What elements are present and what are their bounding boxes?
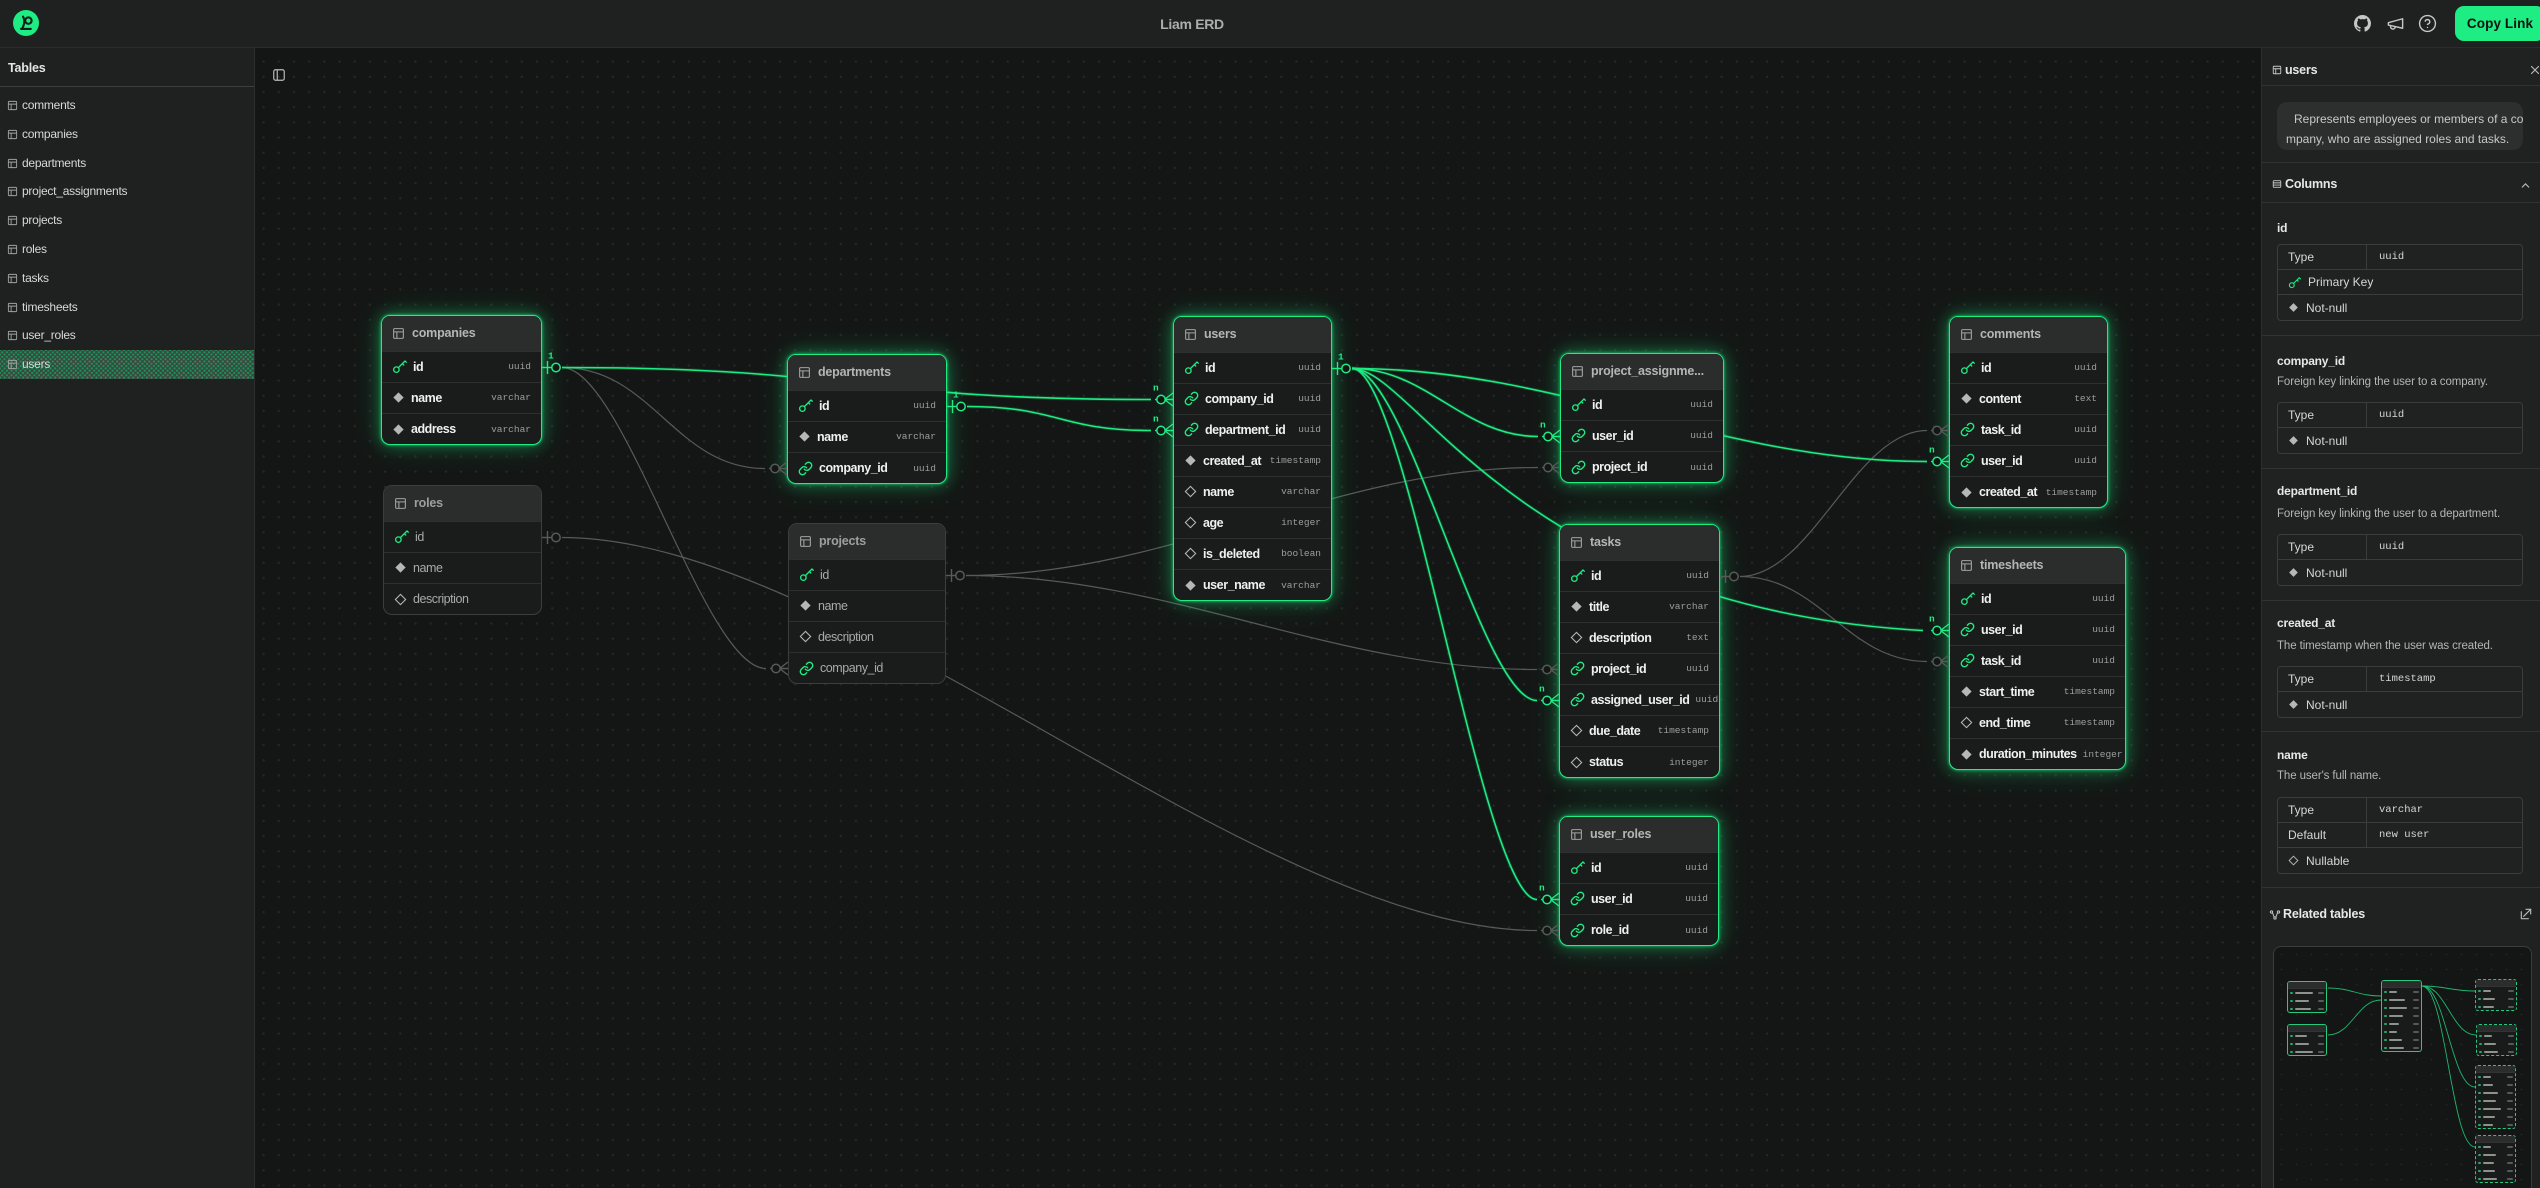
svg-text:n: n (1540, 420, 1546, 431)
svg-text:n: n (1539, 684, 1545, 695)
svg-text:1: 1 (1338, 352, 1344, 363)
svg-text:1: 1 (953, 390, 959, 401)
svg-text:1: 1 (548, 351, 554, 362)
svg-text:n: n (1153, 414, 1159, 425)
svg-text:n: n (1929, 445, 1935, 456)
svg-text:n: n (1539, 883, 1545, 894)
svg-text:n: n (1929, 614, 1935, 625)
svg-text:n: n (1153, 383, 1159, 394)
